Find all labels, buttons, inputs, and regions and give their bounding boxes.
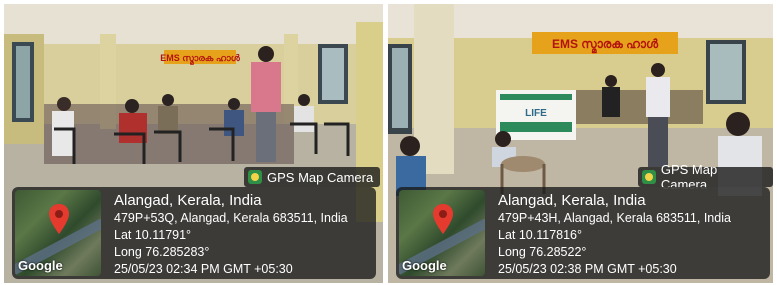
address-line: 479P+43H, Alangad, Kerala 683511, India — [498, 211, 731, 225]
longitude-line: Long 76.285283° — [114, 245, 210, 259]
location-details: Alangad, Kerala, India 479P+53Q, Alangad… — [104, 187, 348, 279]
map-pin-icon — [433, 204, 453, 234]
latitude-line: Lat 10.11791° — [114, 228, 192, 242]
latitude-line: Lat 10.117816° — [498, 228, 583, 242]
address-line: 479P+53Q, Alangad, Kerala 683511, India — [114, 211, 348, 225]
map-pin-icon — [49, 204, 69, 234]
satellite-map-thumbnail: Google — [15, 190, 101, 276]
gps-info-overlay: Google Alangad, Kerala, India 479P+53Q, … — [12, 187, 376, 279]
gps-map-camera-tag: GPS Map Camera — [244, 167, 381, 187]
gps-map-camera-tag: GPS Map Camera — [638, 162, 773, 192]
google-logo: Google — [18, 258, 63, 273]
app-tag-label: GPS Map Camera — [267, 169, 374, 185]
gps-info-overlay: Google Alangad, Kerala, India 479P+43H, … — [396, 187, 770, 279]
datetime-line: 25/05/23 02:38 PM GMT +05:30 — [498, 262, 677, 276]
google-logo: Google — [402, 258, 447, 273]
location-title: Alangad, Kerala, India — [114, 192, 262, 209]
satellite-map-thumbnail: Google — [399, 190, 485, 276]
poster-text: LIFE — [525, 108, 547, 119]
datetime-line: 25/05/23 02:34 PM GMT +05:30 — [114, 262, 293, 276]
gps-camera-app-icon — [248, 170, 262, 184]
hall-banner-text: EMS സ്മാരക ഹാൾ — [552, 37, 659, 53]
geotag-photo-right: EMS സ്മാരക ഹാൾ LIFE GPS Map Camera Googl — [388, 4, 773, 283]
location-details: Alangad, Kerala, India 479P+43H, Alangad… — [488, 187, 731, 279]
longitude-line: Long 76.28522° — [498, 245, 587, 259]
geotag-photo-left: EMS സ്മാരക ഹാൾ GPS Map Camera Google Ala… — [4, 4, 383, 283]
location-title: Alangad, Kerala, India — [498, 192, 646, 209]
gps-camera-app-icon — [642, 170, 656, 184]
